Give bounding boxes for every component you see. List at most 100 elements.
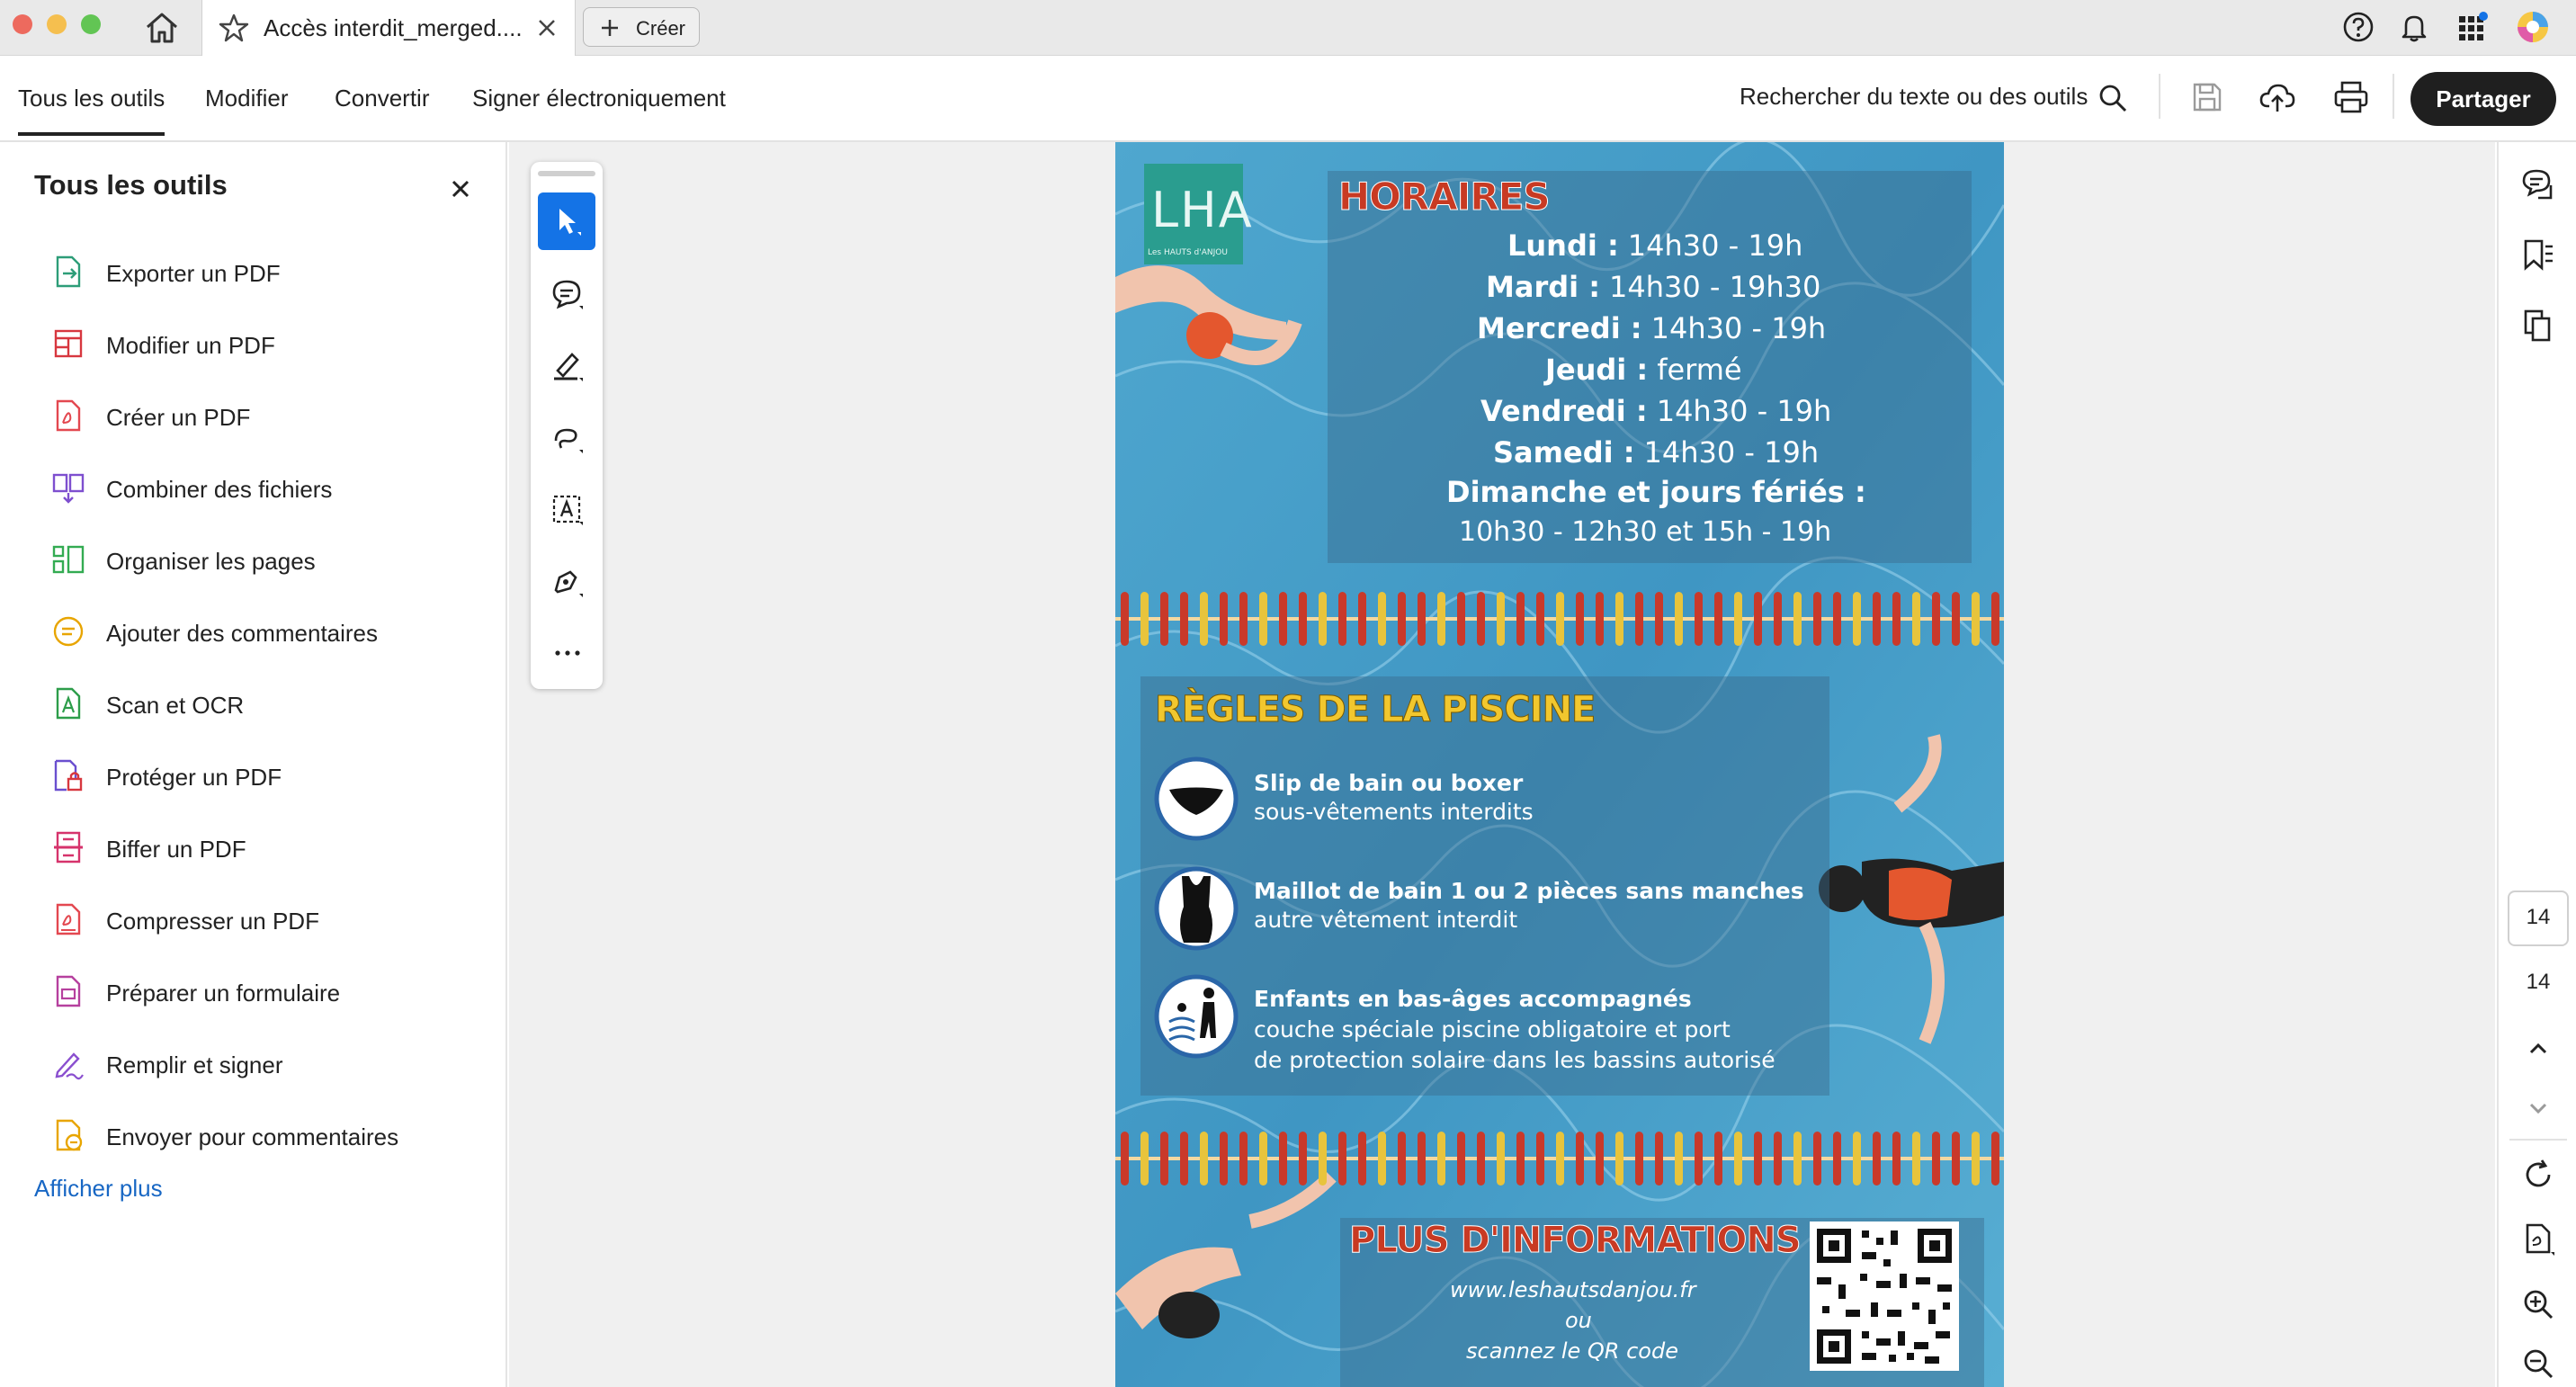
- lane-rope-float: [1873, 592, 1881, 646]
- hours-time: 14h30 - 19h: [1656, 394, 1832, 428]
- hours-day: Samedi :: [1493, 435, 1635, 470]
- lane-rope-float: [1774, 1132, 1782, 1186]
- maximize-window-button[interactable]: [81, 14, 101, 34]
- rotate-icon[interactable]: [2522, 1159, 2554, 1191]
- close-panel-icon[interactable]: [450, 178, 471, 200]
- lane-rope-float: [1160, 1132, 1168, 1186]
- tool-prepare-form[interactable]: Préparer un formulaire: [50, 973, 500, 1009]
- tool-compress-pdf[interactable]: Compresser un PDF: [50, 901, 500, 937]
- tool-edit-pdf[interactable]: Modifier un PDF: [50, 326, 500, 362]
- tool-scan-ocr[interactable]: Scan et OCR: [50, 685, 500, 721]
- star-icon[interactable]: [219, 13, 249, 43]
- tool-organize-pages[interactable]: Organiser les pages: [50, 541, 500, 577]
- lane-rope-float: [1892, 592, 1901, 646]
- bell-icon[interactable]: [2398, 11, 2430, 43]
- tool-protect-pdf[interactable]: Protéger un PDF: [50, 757, 500, 793]
- tool-fill-sign[interactable]: Remplir et signer: [50, 1045, 500, 1081]
- save-icon[interactable]: [2191, 81, 2223, 113]
- select-tool-button[interactable]: [538, 192, 595, 250]
- plus-icon: [602, 20, 618, 36]
- lane-rope-float: [1695, 1132, 1703, 1186]
- tool-combine-files[interactable]: Combiner des fichiers: [50, 470, 500, 506]
- logo-subtitle: Les HAUTS d'ANJOU: [1148, 248, 1228, 257]
- home-icon[interactable]: [144, 11, 180, 45]
- lane-rope-float: [1596, 592, 1604, 646]
- chevron-up-icon[interactable]: [2526, 1036, 2551, 1061]
- lane-rope-float: [1556, 592, 1564, 646]
- fill-sign-icon: [55, 1052, 84, 1080]
- page-thumbnails-icon[interactable]: [2520, 308, 2556, 344]
- chevron-down-icon[interactable]: [2526, 1096, 2551, 1121]
- comment-icon: [53, 616, 84, 647]
- hours-row: Lundi :14h30 - 19h: [1507, 228, 1802, 263]
- text-tool-button[interactable]: [538, 480, 595, 538]
- lane-rope-float: [1754, 1132, 1762, 1186]
- new-tab-button[interactable]: Créer: [583, 7, 700, 47]
- page-display-icon[interactable]: [2522, 1221, 2556, 1257]
- sign-tool-button[interactable]: [538, 552, 595, 610]
- page-number-input[interactable]: 14: [2508, 890, 2569, 946]
- hours-time: 14h30 - 19h30: [1609, 270, 1821, 304]
- lane-rope-float: [1972, 1132, 1980, 1186]
- lane-rope-float: [1576, 592, 1584, 646]
- rail-divider: [2509, 1139, 2567, 1141]
- lane-rope-float: [1793, 1132, 1802, 1186]
- tool-label: Combiner des fichiers: [106, 476, 333, 503]
- tool-send-comments[interactable]: Envoyer pour commentaires: [50, 1117, 500, 1153]
- lane-rope-float: [1497, 592, 1505, 646]
- tool-add-comments[interactable]: Ajouter des commentaires: [50, 613, 500, 649]
- upload-cloud-icon[interactable]: [2259, 79, 2295, 115]
- drag-handle[interactable]: [538, 171, 595, 176]
- lane-rope-float: [1952, 1132, 1960, 1186]
- apps-grid-icon[interactable]: [2455, 11, 2490, 45]
- highlight-tool-button[interactable]: [538, 336, 595, 394]
- comment-tool-button[interactable]: [538, 264, 595, 322]
- tool-create-pdf[interactable]: Créer un PDF: [50, 398, 500, 434]
- zoom-in-icon[interactable]: [2522, 1288, 2554, 1320]
- tool-export-pdf[interactable]: Exporter un PDF: [50, 254, 500, 290]
- bookmark-icon[interactable]: [2520, 237, 2556, 273]
- tool-label: Exporter un PDF: [106, 260, 281, 287]
- lane-rope-float: [1576, 1132, 1584, 1186]
- lane-rope-float: [1536, 1132, 1544, 1186]
- toolbar-divider: [2393, 74, 2394, 119]
- minimize-window-button[interactable]: [47, 14, 67, 34]
- lane-rope-float: [1853, 1132, 1861, 1186]
- lane-rope-float: [1536, 592, 1544, 646]
- app-toolbar: Tous les outils Modifier Convertir Signe…: [0, 56, 2576, 142]
- menu-edit[interactable]: Modifier: [205, 85, 288, 112]
- scan-ocr-icon: [56, 687, 81, 720]
- avatar[interactable]: [2515, 9, 2551, 45]
- show-more-link[interactable]: Afficher plus: [34, 1175, 163, 1203]
- close-window-button[interactable]: [13, 14, 32, 34]
- lane-rope-float: [1754, 592, 1762, 646]
- print-icon[interactable]: [2333, 79, 2369, 115]
- search-tools-label[interactable]: Rechercher du texte ou des outils: [1740, 83, 2088, 111]
- rule-3-title: Enfants en bas-âges accompagnés: [1254, 986, 1692, 1012]
- menu-convert[interactable]: Convertir: [335, 85, 429, 112]
- tool-redact-pdf[interactable]: Biffer un PDF: [50, 829, 500, 865]
- lane-rope-float: [1121, 1132, 1129, 1186]
- send-comments-icon: [56, 1119, 83, 1151]
- rule-2-detail: autre vêtement interdit: [1254, 907, 1518, 933]
- lane-rope-float: [1635, 592, 1643, 646]
- lane-rope-float: [1695, 592, 1703, 646]
- more-tools-button[interactable]: [538, 624, 595, 682]
- menu-esign[interactable]: Signer électroniquement: [472, 85, 726, 112]
- share-button[interactable]: Partager: [2411, 72, 2556, 126]
- close-tab-icon[interactable]: [537, 18, 557, 38]
- lane-rope-float: [1160, 592, 1168, 646]
- lane-rope-float: [1655, 592, 1663, 646]
- zoom-out-icon[interactable]: [2522, 1347, 2554, 1380]
- document-tab[interactable]: Accès interdit_merged....: [201, 0, 576, 56]
- pdf-page[interactable]: LHA Les HAUTS d'ANJOU HORAIRES Lundi :14…: [1115, 142, 2004, 1387]
- menu-all-tools[interactable]: Tous les outils: [18, 85, 165, 136]
- draw-tool-button[interactable]: [538, 408, 595, 466]
- pen-sign-icon: [554, 570, 583, 597]
- comments-panel-icon[interactable]: [2520, 167, 2556, 203]
- search-icon[interactable]: [2097, 83, 2128, 113]
- help-icon[interactable]: [2342, 11, 2375, 43]
- lane-rope-float: [1358, 592, 1366, 646]
- lane-rope-float: [1477, 592, 1485, 646]
- lane-rope-float: [1991, 592, 1999, 646]
